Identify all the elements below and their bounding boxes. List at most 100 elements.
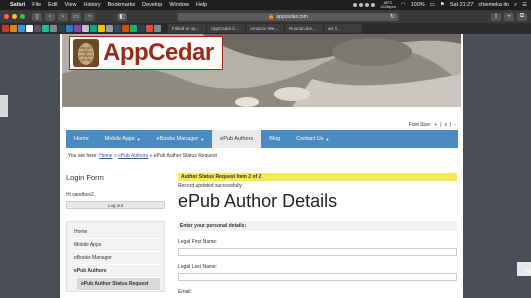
menu-history[interactable]: History bbox=[83, 2, 100, 8]
status-icons[interactable] bbox=[353, 3, 376, 7]
tab-amazon[interactable]: Amazon We... bbox=[246, 24, 284, 33]
favicon-3-icon[interactable] bbox=[18, 25, 25, 32]
breadcrumb-prefix: You are here: bbox=[68, 153, 98, 159]
minimize-window-icon[interactable] bbox=[12, 14, 17, 19]
favicon-14-icon[interactable] bbox=[106, 25, 113, 32]
first-name-label: Legal First Name: bbox=[178, 239, 218, 245]
email-label: Email: bbox=[178, 289, 192, 295]
back-arrow-icon[interactable]: ‹ bbox=[45, 12, 55, 21]
breadcrumb: You are here: Home » ePub Authors » ePub… bbox=[68, 153, 217, 159]
menu-help[interactable]: Help bbox=[196, 2, 207, 8]
sidebar-item-ebooks-manager[interactable]: eBooks Manager bbox=[71, 252, 160, 265]
forward-arrow-icon[interactable]: › bbox=[58, 12, 68, 21]
battery-text[interactable]: 100% bbox=[411, 2, 425, 8]
menu-view[interactable]: View bbox=[65, 2, 77, 8]
favicon-11-icon[interactable] bbox=[82, 25, 89, 32]
breadcrumb-home-link[interactable]: Home bbox=[99, 153, 112, 159]
favicon-7-icon[interactable] bbox=[50, 25, 57, 32]
share-icon[interactable]: ⇪ bbox=[491, 12, 501, 21]
shield-icon[interactable]: ◔ bbox=[84, 12, 94, 21]
favicon-16-icon[interactable] bbox=[122, 25, 129, 32]
desktop-file-icon[interactable] bbox=[0, 95, 8, 117]
last-name-field[interactable] bbox=[178, 273, 457, 281]
chevron-down-icon: ▼ bbox=[136, 136, 141, 142]
menubar-status: 46°C 1226rpm ◠ 100% ▭ ⚑ Sat 21:27 chiemek… bbox=[353, 1, 527, 9]
sidebar-item-status-request[interactable]: ePub Author Status Request bbox=[77, 278, 160, 291]
sidebar-toggle-icon[interactable]: ▯ bbox=[32, 12, 42, 21]
main-nav: Home Mobile Apps ▼ eBooks Manager ▼ ePub A… bbox=[66, 130, 458, 148]
login-greeting: Hi sandbox2, bbox=[66, 192, 96, 198]
favicon-4-icon[interactable] bbox=[26, 25, 33, 32]
breadcrumb-separator: » bbox=[113, 153, 117, 159]
menu-safari[interactable]: Safari bbox=[10, 2, 25, 8]
font-increase-button[interactable]: + bbox=[434, 122, 437, 128]
menu-window[interactable]: Window bbox=[169, 2, 189, 8]
menu-list-icon[interactable]: ☰ bbox=[522, 2, 527, 8]
nav-mobile-apps[interactable]: Mobile Apps ▼ bbox=[97, 130, 149, 148]
favicon-2-icon[interactable] bbox=[10, 25, 17, 32]
favicon-8-icon[interactable] bbox=[58, 25, 65, 32]
nav-blog[interactable]: Blog bbox=[261, 130, 288, 148]
font-sep-1: | bbox=[440, 122, 442, 128]
lock-icon: 🔒 bbox=[268, 13, 275, 20]
favicon-9-icon[interactable] bbox=[66, 25, 73, 32]
search-icon[interactable]: ⌕ bbox=[514, 2, 517, 9]
favicon-6-icon[interactable] bbox=[42, 25, 49, 32]
first-name-field[interactable] bbox=[178, 248, 457, 256]
favicon-20-icon[interactable] bbox=[154, 25, 161, 32]
temp-readout: 46°C 1226rpm bbox=[380, 0, 396, 9]
favicon-5-icon[interactable] bbox=[34, 25, 41, 32]
tabs-icon[interactable]: ⧉ bbox=[517, 12, 527, 21]
sidebar-item-epub-authors[interactable]: ePub Authors bbox=[71, 265, 160, 278]
zoom-window-icon[interactable] bbox=[20, 14, 25, 19]
favicon-1-icon[interactable] bbox=[2, 25, 9, 32]
tab-roundcube[interactable]: Roundcube... bbox=[285, 24, 323, 33]
nav-epub-authors[interactable]: ePub Authors bbox=[212, 130, 262, 148]
favicon-15-icon[interactable] bbox=[114, 25, 121, 32]
font-size-label: Font Size: bbox=[408, 122, 432, 128]
menu-develop[interactable]: Develop bbox=[142, 2, 162, 8]
breadcrumb-section-link[interactable]: ePub Authors bbox=[118, 153, 148, 159]
menu-file[interactable]: File bbox=[32, 2, 41, 8]
desktop-file-label[interactable]: png bbox=[523, 268, 531, 273]
logout-button[interactable]: Log out bbox=[66, 201, 165, 209]
login-form-title: Login Form bbox=[66, 173, 104, 182]
font-reset-button[interactable]: x bbox=[445, 122, 448, 128]
wifi-icon[interactable]: ◠ bbox=[401, 2, 406, 8]
nav-contact-us[interactable]: Contact Us ▼ bbox=[288, 130, 337, 148]
address-bar[interactable]: 🔒 appcedar.com ↻ bbox=[178, 12, 398, 21]
favicon-17-icon[interactable] bbox=[130, 25, 137, 32]
menu-edit[interactable]: Edit bbox=[48, 2, 57, 8]
tab-ws[interactable]: ws li... bbox=[324, 24, 362, 33]
reload-icon[interactable]: ↻ bbox=[390, 13, 395, 20]
battery-icon[interactable]: ▭ bbox=[430, 2, 435, 8]
sidebar-item-home[interactable]: Home bbox=[71, 226, 160, 239]
sidebar-item-mobile-apps[interactable]: Mobile Apps bbox=[71, 239, 160, 252]
tab-appcedar[interactable]: AppCedar li... bbox=[207, 24, 245, 33]
chevron-down-icon: ▼ bbox=[200, 136, 205, 142]
status-bar: Author Status Request Item 2 of 2 bbox=[178, 173, 457, 181]
favicon-10-icon[interactable] bbox=[74, 25, 81, 32]
favicon-19-icon[interactable] bbox=[146, 25, 153, 32]
flag-icon[interactable]: ⚑ bbox=[440, 2, 445, 8]
last-name-label: Legal Last Name: bbox=[178, 264, 218, 270]
font-size-controls: Font Size: + | x | - bbox=[409, 122, 456, 128]
extension-icon[interactable]: ◧ bbox=[117, 12, 127, 21]
tab-overview-icon[interactable]: ▭ bbox=[71, 12, 81, 21]
new-tab-icon[interactable]: + bbox=[504, 12, 514, 21]
clock[interactable]: Sat 21:27 bbox=[450, 2, 474, 8]
menu-bookmarks[interactable]: Bookmarks bbox=[108, 2, 136, 8]
favicon-13-icon[interactable] bbox=[98, 25, 105, 32]
nav-home[interactable]: Home bbox=[66, 130, 97, 148]
sidebar-menu: Home Mobile Apps eBooks Manager ePub Aut… bbox=[66, 221, 165, 292]
close-window-icon[interactable] bbox=[4, 14, 9, 19]
site-logo[interactable]: AppCedar bbox=[69, 36, 223, 70]
nav-ebooks-manager[interactable]: eBooks Manager ▼ bbox=[149, 130, 213, 148]
font-decrease-button[interactable]: - bbox=[454, 122, 456, 128]
user-name[interactable]: chiemeka ilo bbox=[478, 2, 509, 8]
favicon-12-icon[interactable] bbox=[90, 25, 97, 32]
favicon-18-icon[interactable] bbox=[138, 25, 145, 32]
chevron-down-icon: ▼ bbox=[325, 136, 330, 142]
breadcrumb-separator: » bbox=[149, 153, 153, 159]
tab-failed[interactable]: Failed to op... bbox=[168, 24, 206, 33]
